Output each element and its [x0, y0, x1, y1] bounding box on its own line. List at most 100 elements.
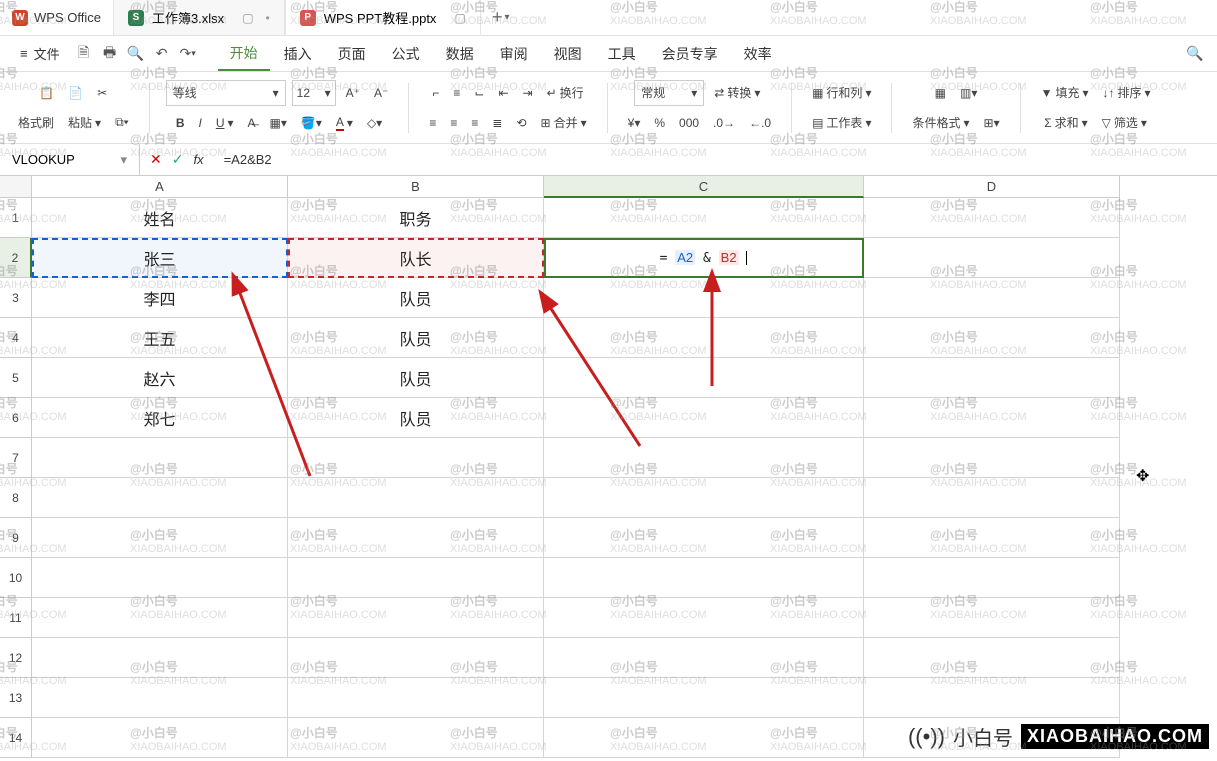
row-header-9[interactable]: 9 — [0, 518, 32, 558]
row-header-8[interactable]: 8 — [0, 478, 32, 518]
align-center-icon[interactable]: ≡ — [446, 114, 461, 132]
cell-C7[interactable] — [544, 438, 864, 478]
cell-C3[interactable] — [544, 278, 864, 318]
font-name-select[interactable]: 等线▾ — [166, 80, 286, 106]
cell-A13[interactable] — [32, 678, 288, 718]
format-table-icon[interactable]: ▦ — [931, 84, 950, 102]
cell-A12[interactable] — [32, 638, 288, 678]
align-bottom-icon[interactable]: ⌙ — [470, 84, 488, 102]
formula-cancel-icon[interactable]: ✕ — [150, 151, 162, 168]
cell-D13[interactable] — [864, 678, 1120, 718]
filter-button[interactable]: ▽ 筛选▾ — [1098, 112, 1151, 133]
cell-B6[interactable]: 队员 — [288, 398, 544, 438]
sum-button[interactable]: Σ 求和▾ — [1040, 112, 1091, 133]
undo-icon[interactable]: ↶ — [150, 42, 174, 66]
align-justify-icon[interactable]: ≣ — [488, 114, 506, 132]
cell-C6[interactable] — [544, 398, 864, 438]
cell-A9[interactable] — [32, 518, 288, 558]
cell-A2[interactable]: 张三 — [32, 238, 288, 278]
col-header-C[interactable]: C — [544, 176, 864, 198]
align-top-icon[interactable]: ⌐ — [428, 84, 443, 102]
cell-D10[interactable] — [864, 558, 1120, 598]
cell-A7[interactable] — [32, 438, 288, 478]
search-icon[interactable]: 🔍 — [1183, 42, 1207, 66]
row-header-7[interactable]: 7 — [0, 438, 32, 478]
align-left-icon[interactable]: ≡ — [425, 114, 440, 132]
rowcol-button[interactable]: ▦ 行和列▾ — [808, 82, 875, 103]
col-header-D[interactable]: D — [864, 176, 1120, 198]
cell-D9[interactable] — [864, 518, 1120, 558]
cell-C2[interactable]: = A2 & B2 — [544, 238, 864, 278]
table-style-icon[interactable]: ⊞▾ — [980, 114, 1004, 132]
font-color-icon[interactable]: A▾ — [332, 113, 357, 133]
row-header-10[interactable]: 10 — [0, 558, 32, 598]
cell-C8[interactable] — [544, 478, 864, 518]
convert-button[interactable]: ⇄ 转换▾ — [710, 82, 764, 103]
cell-D12[interactable] — [864, 638, 1120, 678]
cell-C4[interactable] — [544, 318, 864, 358]
cell-C11[interactable] — [544, 598, 864, 638]
currency-icon[interactable]: ¥▾ — [624, 114, 645, 132]
font-size-select[interactable]: 12▾ — [292, 80, 336, 106]
menu-member[interactable]: 会员专享 — [650, 38, 730, 70]
cell-A8[interactable] — [32, 478, 288, 518]
format-painter-button[interactable]: 格式刷 — [14, 112, 58, 133]
tab-close-icon[interactable]: • — [266, 11, 270, 25]
file-menu[interactable]: ≡ 文件 — [10, 44, 70, 63]
wrap-text-button[interactable]: ↵ 换行 — [543, 82, 588, 103]
orientation-icon[interactable]: ⟲ — [512, 114, 530, 132]
menu-tools[interactable]: 工具 — [596, 38, 648, 70]
cell-D3[interactable] — [864, 278, 1120, 318]
name-box[interactable]: VLOOKUP ▾ — [0, 144, 140, 175]
cell-C12[interactable] — [544, 638, 864, 678]
chevron-down-icon[interactable]: ▾ — [120, 152, 127, 168]
menu-formula[interactable]: 公式 — [380, 38, 432, 70]
increase-indent-icon[interactable]: ⇥ — [519, 84, 537, 102]
new-tab-button[interactable]: +▾ — [481, 0, 521, 35]
document-tab-ppt[interactable]: P WPS PPT教程.pptx ▢ — [285, 0, 481, 35]
cell-B5[interactable]: 队员 — [288, 358, 544, 398]
sort-button[interactable]: ↓↑ 排序▾ — [1099, 82, 1155, 103]
highlight-icon[interactable]: ◇▾ — [363, 114, 386, 132]
select-all-corner[interactable] — [0, 176, 32, 198]
bold-icon[interactable]: B — [172, 114, 189, 132]
row-header-14[interactable]: 14 — [0, 718, 32, 758]
redo-icon[interactable]: ↷▾ — [176, 42, 200, 66]
cell-B12[interactable] — [288, 638, 544, 678]
cell-B3[interactable]: 队员 — [288, 278, 544, 318]
cell-C5[interactable] — [544, 358, 864, 398]
italic-icon[interactable]: I — [194, 114, 205, 132]
fill-button[interactable]: ▼ 填充▾ — [1037, 82, 1093, 103]
menu-insert[interactable]: 插入 — [272, 38, 324, 70]
row-header-2[interactable]: 2 — [0, 238, 32, 278]
formula-accept-icon[interactable]: ✓ — [172, 151, 184, 168]
percent-icon[interactable]: % — [650, 114, 669, 132]
comma-icon[interactable]: 000 — [675, 114, 703, 132]
merge-button[interactable]: ⊞ 合并▾ — [537, 112, 591, 133]
cond-format-button[interactable]: 条件格式▾ — [908, 112, 973, 133]
menu-data[interactable]: 数据 — [434, 38, 486, 70]
row-header-12[interactable]: 12 — [0, 638, 32, 678]
align-right-icon[interactable]: ≡ — [467, 114, 482, 132]
tab-restore-icon[interactable]: ▢ — [454, 11, 465, 25]
number-format-select[interactable]: 常规▾ — [634, 80, 704, 106]
cell-D1[interactable] — [864, 198, 1120, 238]
document-tab-workbook[interactable]: S 工作簿3.xlsx ▢ • — [113, 0, 285, 35]
cell-B1[interactable]: 职务 — [288, 198, 544, 238]
cell-B8[interactable] — [288, 478, 544, 518]
row-header-5[interactable]: 5 — [0, 358, 32, 398]
cell-styles-icon[interactable]: ▥▾ — [956, 84, 981, 102]
decrease-decimal-icon[interactable]: ←.0 — [745, 114, 775, 132]
cell-B4[interactable]: 队员 — [288, 318, 544, 358]
row-header-1[interactable]: 1 — [0, 198, 32, 238]
paste-button[interactable]: 粘贴▾ — [64, 112, 105, 133]
row-header-13[interactable]: 13 — [0, 678, 32, 718]
cell-D6[interactable] — [864, 398, 1120, 438]
cell-A10[interactable] — [32, 558, 288, 598]
cell-D5[interactable] — [864, 358, 1120, 398]
decrease-font-icon[interactable]: A⁻ — [370, 84, 392, 102]
cell-A6[interactable]: 郑七 — [32, 398, 288, 438]
row-header-4[interactable]: 4 — [0, 318, 32, 358]
cell-A14[interactable] — [32, 718, 288, 758]
cell-B13[interactable] — [288, 678, 544, 718]
